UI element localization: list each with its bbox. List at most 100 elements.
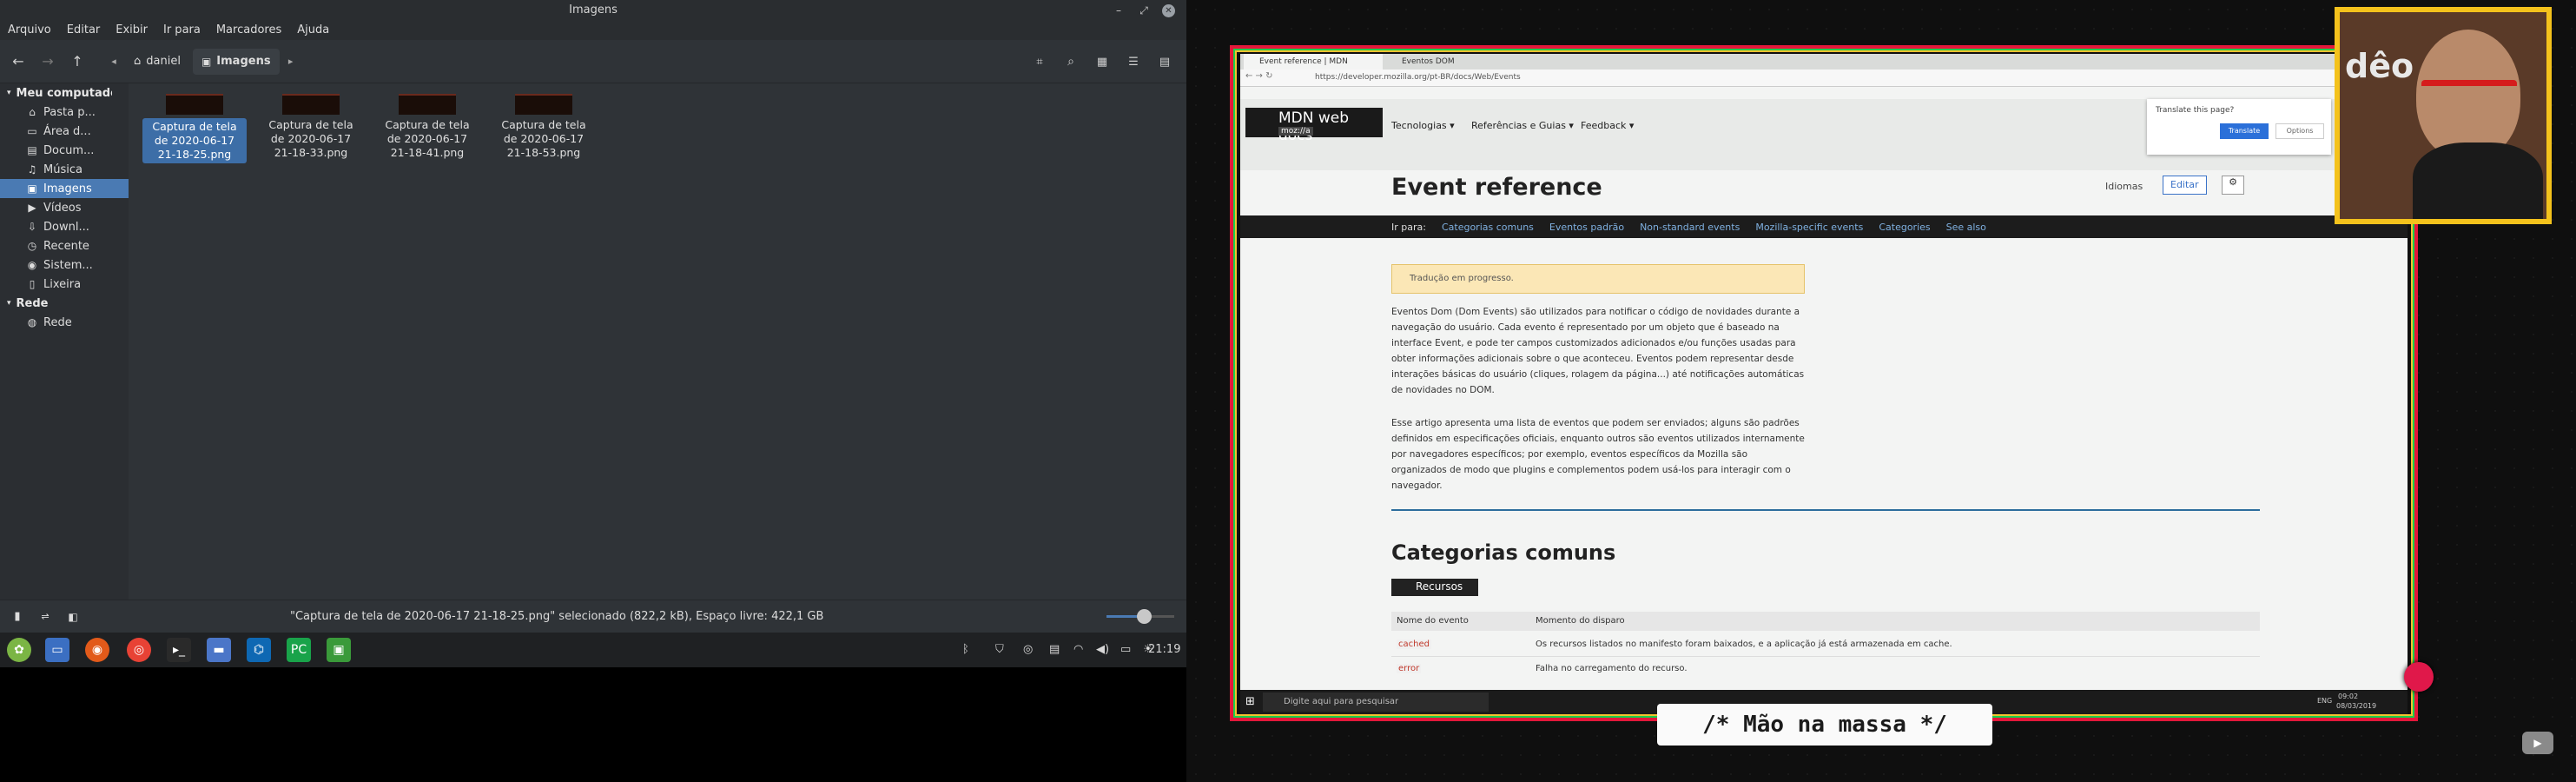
menu-exibir[interactable]: Exibir — [108, 21, 155, 40]
mdn-logo[interactable]: MDN web docs — [1245, 108, 1383, 144]
jump-link-categories[interactable]: Categories — [1879, 222, 1930, 233]
browser-nav-icon[interactable]: ← → ↻ — [1245, 71, 1273, 81]
compact-view-icon[interactable]: ▤ — [1152, 49, 1178, 75]
jump-link-categorias[interactable]: Categorias comuns — [1442, 222, 1534, 233]
sidebar-item-home[interactable]: ⌂ Pasta p... — [0, 103, 129, 122]
glasses — [2421, 80, 2517, 104]
file-item[interactable]: Captura de tela de 2020-06-17 21-18-53.png — [492, 87, 596, 160]
breadcrumb-daniel[interactable]: ⌂ daniel — [125, 49, 189, 75]
menu-icon[interactable]: ✿ — [7, 638, 31, 662]
file-item[interactable]: Captura de tela de 2020-06-17 21-18-33.png — [259, 87, 363, 160]
sidebar-item-download[interactable]: ⇩ Downl... — [0, 217, 129, 236]
bluetooth-icon[interactable]: ᛒ — [962, 643, 969, 656]
menu-arquivo[interactable]: Arquivo — [0, 21, 59, 40]
sidebar-item-label: Lixeira — [43, 277, 82, 291]
sidebar-item-music[interactable]: ♫ Música — [0, 160, 129, 179]
sidebar-item-rede[interactable]: ◍ Rede — [0, 313, 129, 332]
pycharm-icon[interactable]: PC — [287, 638, 311, 662]
browser-recording: Event reference | MDN Eventos DOM ← → ↻ … — [1240, 54, 2408, 714]
jump-link-mozilla[interactable]: Mozilla-specific events — [1755, 222, 1863, 233]
up-icon[interactable]: ↑ — [64, 49, 90, 75]
wifi-icon[interactable]: ◠ — [1073, 643, 1083, 656]
menu-marcadores[interactable]: Marcadores — [208, 21, 289, 40]
url-bar[interactable]: https://developer.mozilla.org/pt-BR/docs… — [1315, 73, 1521, 82]
file-item[interactable]: Captura de tela de 2020-06-17 21-18-25.png — [142, 87, 247, 163]
options-button[interactable]: Options — [2275, 123, 2324, 139]
show-desktop-icon[interactable]: ▭ — [45, 638, 69, 662]
zoom-slider[interactable] — [1106, 609, 1174, 624]
close-icon[interactable]: ✕ — [1162, 4, 1175, 17]
path-toggle-icon[interactable]: ⌗ — [1027, 49, 1053, 75]
menu-ajuda[interactable]: Ajuda — [289, 21, 337, 40]
file-manager-window: Imagens – ⤢ ✕ Arquivo Editar Exibir Ir p… — [0, 0, 1186, 633]
tab-event-reference[interactable]: Event reference | MDN — [1244, 54, 1383, 70]
places-icon[interactable]: ▮ — [9, 610, 26, 623]
event-name[interactable]: cached — [1397, 640, 1431, 649]
windows-start-icon[interactable]: ⊞ — [1245, 695, 1255, 708]
home-icon: ⌂ — [29, 106, 36, 118]
file-name: Captura de tela de 2020-06-17 21-18-33.png — [259, 118, 363, 160]
shield-icon[interactable]: ⛉ — [995, 643, 1004, 656]
sidebar-item-clock[interactable]: ◷ Recente — [0, 236, 129, 255]
chrome-icon[interactable]: ◎ — [127, 638, 151, 662]
sidebar-section-network[interactable]: ▾ Rede — [0, 294, 129, 313]
forward-icon[interactable]: → — [35, 49, 61, 75]
toggle-sidebar-icon[interactable]: ◧ — [64, 611, 82, 623]
youtube-icon[interactable]: ▶ — [2522, 732, 2553, 754]
menu-ir-para[interactable]: Ir para — [155, 21, 208, 40]
jump-link-nonstandard[interactable]: Non-standard events — [1640, 222, 1740, 233]
files-icon[interactable]: ▬ — [207, 638, 231, 662]
update-icon[interactable]: ◎ — [1023, 643, 1033, 656]
maximize-icon[interactable]: ⤢ — [1136, 3, 1152, 18]
file-item[interactable]: Captura de tela de 2020-06-17 21-18-41.png — [375, 87, 479, 160]
settings-icon[interactable]: ⚙ — [2222, 176, 2244, 195]
event-desc: Falha no carregamento do recurso. — [1536, 664, 1688, 673]
file-thumbnail — [166, 94, 223, 115]
nav-feedback[interactable]: Feedback ▾ — [1581, 120, 1634, 131]
file-name-line: de 2020-06-17 — [270, 132, 352, 145]
windows-search[interactable]: Digite aqui para pesquisar — [1263, 693, 1489, 712]
sidebar-item-drive[interactable]: ◉ Sistem... — [0, 255, 129, 275]
menu-editar[interactable]: Editar — [59, 21, 109, 40]
sidebar-item-image[interactable]: ▣ Imagens — [0, 179, 129, 198]
breadcrumb-imagens[interactable]: ▣ Imagens — [192, 48, 280, 75]
table-row: error Falha no carregamento do recurso. — [1391, 657, 2260, 681]
crumb-left-icon[interactable]: ◂ — [106, 56, 122, 67]
terminal-icon[interactable]: ▸_ — [167, 638, 191, 662]
translate-button[interactable]: Translate — [2220, 123, 2269, 139]
clock[interactable]: 21:19 — [1148, 643, 1180, 656]
language-indicator[interactable]: ENG — [2317, 697, 2332, 705]
back-icon[interactable]: ← — [5, 49, 31, 75]
sidebar-item-document[interactable]: ▤ Docum... — [0, 141, 129, 160]
edit-button[interactable]: Editar — [2163, 176, 2207, 195]
firefox-icon[interactable]: ◉ — [85, 638, 109, 662]
volume-icon[interactable]: ◀) — [1096, 643, 1109, 656]
sidebar-item-video[interactable]: ▶ Vídeos — [0, 198, 129, 217]
minimize-icon[interactable]: – — [1111, 3, 1126, 18]
crumb-right-icon[interactable]: ▸ — [283, 56, 299, 67]
jump-link-padrao[interactable]: Eventos padrão — [1549, 222, 1624, 233]
app-icon[interactable]: ▣ — [327, 638, 351, 662]
vscode-icon[interactable]: ⌬ — [247, 638, 271, 662]
sidebar-section-computer[interactable]: ▾ Meu computador — [0, 83, 129, 103]
breadcrumb-label: Imagens — [216, 55, 271, 68]
jump-link-see-also[interactable]: See also — [1946, 222, 1986, 233]
languages-link[interactable]: Idiomas — [2105, 181, 2143, 192]
image-icon: ▣ — [201, 55, 212, 68]
zoom-handle[interactable] — [1136, 609, 1152, 624]
list-view-icon[interactable]: ☰ — [1120, 49, 1146, 75]
icon-view-icon[interactable]: ▦ — [1089, 49, 1115, 75]
tree-icon[interactable]: ⇌ — [36, 611, 54, 622]
sidebar-item-desktop[interactable]: ▭ Área d... — [0, 122, 129, 141]
battery-icon[interactable]: ▭ — [1120, 643, 1131, 656]
nav-tecnologias[interactable]: Tecnologias ▾ — [1391, 120, 1455, 131]
nav-referencias[interactable]: Referências e Guias ▾ — [1471, 120, 1574, 131]
sidebar-item-trash[interactable]: ▯ Lixeira — [0, 275, 129, 294]
windows-clock[interactable]: 09:02 — [2338, 693, 2358, 700]
search-icon[interactable]: ⌕ — [1058, 49, 1084, 75]
mozilla-logo: moz://a — [1278, 127, 1313, 136]
tab-eventos-dom[interactable]: Eventos DOM — [1386, 54, 1525, 70]
event-name[interactable]: error — [1397, 664, 1422, 673]
video-icon: ▶ — [28, 202, 36, 214]
storage-icon[interactable]: ▤ — [1049, 643, 1060, 656]
